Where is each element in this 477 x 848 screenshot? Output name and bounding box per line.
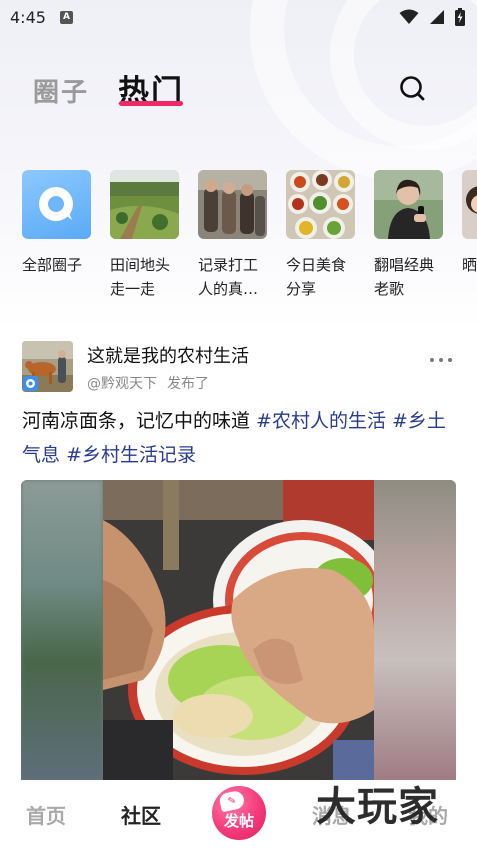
circle-label: 记录打工人的真… bbox=[198, 256, 259, 298]
circle-item-singing[interactable]: 翻唱经典老歌 bbox=[374, 170, 444, 301]
post-text-content: 河南凉面条，记忆中的味道 bbox=[22, 410, 257, 432]
video-frame bbox=[103, 480, 374, 780]
more-dots-icon[interactable] bbox=[430, 358, 460, 368]
header: 圈子 热门 bbox=[0, 60, 477, 120]
status-time: 4:45 bbox=[10, 7, 46, 27]
nav-home[interactable]: 首页 bbox=[26, 800, 66, 829]
post-button-label: 发帖 bbox=[223, 811, 254, 830]
app-notification-icon: A bbox=[59, 10, 73, 24]
video-blur-right bbox=[374, 480, 456, 780]
circle-item-kids[interactable]: 晒孩 bbox=[462, 170, 477, 277]
circle-label: 翻唱经典老歌 bbox=[374, 256, 435, 298]
child-photo bbox=[462, 170, 477, 239]
search-icon[interactable] bbox=[398, 74, 426, 102]
tab-active-indicator bbox=[119, 101, 183, 106]
wifi-icon bbox=[399, 9, 419, 24]
watermark-logo: 大玩家 bbox=[316, 783, 439, 830]
post-text[interactable]: 河南凉面条，记忆中的味道 #农村人的生活 #乡土气息 #乡村生活记录 bbox=[22, 404, 462, 472]
battery-charging-icon bbox=[455, 8, 465, 26]
post-tag[interactable]: #农村人的生活 bbox=[256, 410, 386, 432]
status-bar: 4:45 A bbox=[0, 0, 477, 34]
tab-circles[interactable]: 圈子 bbox=[33, 72, 89, 109]
circle-label: 全部圈子 bbox=[22, 256, 83, 274]
post-button[interactable]: ✎ 发帖 bbox=[212, 786, 266, 840]
post-title[interactable]: 这就是我的农村生活 bbox=[87, 342, 249, 368]
food-photo bbox=[286, 170, 355, 239]
circle-label: 田间地头走一走 bbox=[110, 256, 171, 298]
post-meta: @黔观天下 发布了 bbox=[87, 373, 209, 393]
singer-photo bbox=[374, 170, 443, 239]
nav-community[interactable]: 社区 bbox=[121, 800, 161, 829]
circle-label: 今日美食分享 bbox=[286, 256, 347, 298]
circle-item-workers[interactable]: 记录打工人的真… bbox=[198, 170, 268, 301]
post-avatar[interactable] bbox=[22, 341, 73, 392]
circle-label: 晒孩 bbox=[462, 256, 477, 274]
post-video[interactable] bbox=[21, 480, 456, 780]
circle-item-field[interactable]: 田间地头走一走 bbox=[110, 170, 180, 301]
chat-bubble-icon bbox=[22, 170, 91, 239]
post-action: 发布了 bbox=[167, 376, 209, 392]
workers-photo bbox=[198, 170, 267, 239]
circle-list: 全部圈子 田间地头走一走 记录打工人的真… 今日美食分享 翻唱经典老歌 晒 bbox=[0, 170, 477, 310]
circle-item-food[interactable]: 今日美食分享 bbox=[286, 170, 356, 301]
video-blur-left bbox=[21, 480, 103, 780]
field-photo bbox=[110, 170, 179, 239]
post-author[interactable]: @黔观天下 bbox=[87, 376, 157, 392]
post-tag[interactable]: #乡村生活记录 bbox=[66, 444, 196, 466]
signal-icon bbox=[430, 10, 444, 24]
circle-item-all[interactable]: 全部圈子 bbox=[22, 170, 92, 277]
